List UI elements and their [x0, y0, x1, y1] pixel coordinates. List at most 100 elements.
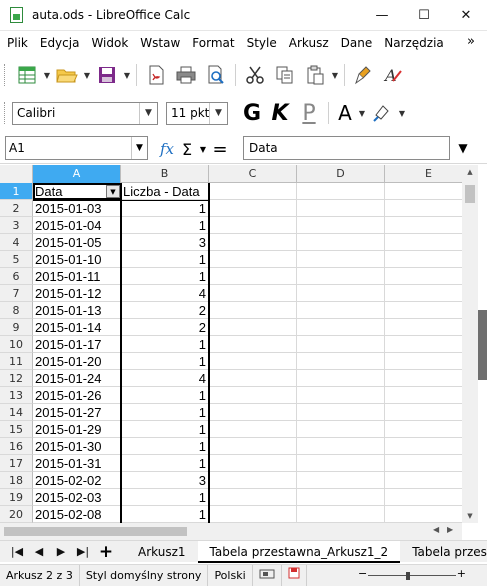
row-header[interactable]: 7 — [0, 285, 33, 302]
empty-cell[interactable] — [385, 438, 462, 455]
empty-cell[interactable] — [297, 421, 385, 438]
row-header[interactable]: 2 — [0, 200, 33, 217]
empty-cell[interactable] — [209, 319, 297, 336]
save-dropdown-icon[interactable]: ▼ — [122, 71, 132, 80]
count-cell[interactable]: 1 — [121, 200, 209, 217]
empty-cell[interactable] — [209, 217, 297, 234]
chevron-down-icon[interactable]: ▼ — [139, 102, 157, 124]
count-cell[interactable]: 1 — [121, 506, 209, 523]
clear-formatting-icon[interactable]: A — [379, 60, 409, 90]
row-header[interactable]: 1 — [0, 183, 33, 200]
empty-cell[interactable] — [209, 285, 297, 302]
empty-cell[interactable] — [385, 302, 462, 319]
new-spreadsheet-icon[interactable] — [12, 60, 42, 90]
menu-arkusz[interactable]: Arkusz — [282, 36, 334, 50]
empty-cell[interactable] — [209, 234, 297, 251]
menu-plik[interactable]: Plik — [0, 36, 33, 50]
row-header[interactable]: 19 — [0, 489, 33, 506]
empty-cell[interactable] — [385, 200, 462, 217]
count-cell[interactable]: 3 — [121, 234, 209, 251]
pivot-data-header[interactable]: Liczba - Data — [121, 183, 209, 200]
italic-button[interactable]: K — [266, 98, 294, 128]
empty-cell[interactable] — [297, 387, 385, 404]
font-color-dropdown-icon[interactable]: ▼ — [357, 109, 367, 118]
menu-format[interactable]: Format — [185, 36, 239, 50]
count-cell[interactable]: 4 — [121, 370, 209, 387]
sheet-tab-pivot[interactable]: Tabela przestawna_Arkusz1_2 — [197, 540, 401, 563]
zoom-thumb[interactable] — [405, 572, 410, 580]
function-wizard-icon[interactable]: fx — [160, 140, 182, 158]
add-sheet-button[interactable]: + — [94, 542, 118, 562]
open-dropdown-icon[interactable]: ▼ — [82, 71, 92, 80]
scroll-up-icon[interactable]: ▲ — [462, 165, 478, 179]
zoom-out-icon[interactable]: − — [358, 567, 367, 580]
chevron-down-icon[interactable]: ▼ — [131, 137, 147, 159]
empty-cell[interactable] — [297, 370, 385, 387]
count-cell[interactable]: 1 — [121, 438, 209, 455]
row-header[interactable]: 15 — [0, 421, 33, 438]
date-cell[interactable]: 2015-01-30 — [33, 438, 121, 455]
date-cell[interactable]: 2015-01-29 — [33, 421, 121, 438]
date-cell[interactable]: 2015-02-08 — [33, 506, 121, 523]
print-preview-icon[interactable] — [201, 60, 231, 90]
empty-cell[interactable] — [209, 506, 297, 523]
formula-input[interactable]: Data — [243, 136, 450, 160]
row-header[interactable]: 9 — [0, 319, 33, 336]
sheet-tab-pivot-2[interactable]: Tabela przes — [400, 541, 487, 563]
menu-wstaw[interactable]: Wstaw — [133, 36, 185, 50]
empty-cell[interactable] — [209, 387, 297, 404]
zoom-in-icon[interactable]: + — [457, 567, 466, 580]
date-cell[interactable]: 2015-01-26 — [33, 387, 121, 404]
selection-mode-icon[interactable] — [253, 564, 282, 586]
date-cell[interactable]: 2015-01-10 — [33, 251, 121, 268]
empty-cell[interactable] — [385, 455, 462, 472]
zoom-slider[interactable]: − + — [358, 567, 466, 580]
highlight-dropdown-icon[interactable]: ▼ — [397, 109, 407, 118]
new-dropdown-icon[interactable]: ▼ — [42, 71, 52, 80]
count-cell[interactable]: 1 — [121, 421, 209, 438]
empty-cell[interactable] — [385, 251, 462, 268]
sidebar-toggle-handle[interactable] — [478, 310, 487, 380]
date-cell[interactable]: 2015-01-05 — [33, 234, 121, 251]
print-icon[interactable] — [171, 60, 201, 90]
count-cell[interactable]: 1 — [121, 489, 209, 506]
empty-cell[interactable] — [209, 404, 297, 421]
empty-cell[interactable] — [297, 285, 385, 302]
clone-formatting-icon[interactable] — [349, 60, 379, 90]
copy-icon[interactable] — [270, 60, 300, 90]
empty-cell[interactable] — [209, 370, 297, 387]
empty-cell[interactable] — [209, 268, 297, 285]
empty-cell[interactable] — [297, 353, 385, 370]
date-cell[interactable]: 2015-02-02 — [33, 472, 121, 489]
date-cell[interactable]: 2015-01-27 — [33, 404, 121, 421]
export-pdf-icon[interactable] — [141, 60, 171, 90]
empty-cell[interactable] — [297, 251, 385, 268]
empty-cell[interactable] — [209, 302, 297, 319]
select-all-corner[interactable] — [0, 165, 33, 183]
empty-cell[interactable] — [385, 489, 462, 506]
bold-button[interactable]: G — [238, 98, 266, 128]
font-color-button[interactable]: A — [333, 98, 357, 128]
scroll-left-icon[interactable]: ◀ — [433, 525, 439, 534]
scroll-down-icon[interactable]: ▼ — [462, 509, 478, 523]
save-icon[interactable] — [92, 60, 122, 90]
close-button[interactable]: ✕ — [445, 0, 487, 31]
date-cell[interactable]: 2015-01-13 — [33, 302, 121, 319]
empty-cell[interactable] — [385, 370, 462, 387]
empty-cell[interactable] — [385, 285, 462, 302]
empty-cell[interactable] — [297, 489, 385, 506]
empty-cell[interactable] — [385, 472, 462, 489]
empty-cell[interactable] — [385, 234, 462, 251]
empty-cell[interactable] — [297, 404, 385, 421]
date-cell[interactable]: 2015-01-24 — [33, 370, 121, 387]
empty-cell[interactable] — [209, 438, 297, 455]
row-header[interactable]: 10 — [0, 336, 33, 353]
menu-style[interactable]: Style — [240, 36, 282, 50]
date-cell[interactable]: 2015-01-11 — [33, 268, 121, 285]
empty-cell[interactable] — [385, 387, 462, 404]
empty-cell[interactable] — [297, 234, 385, 251]
column-header-e[interactable]: E — [385, 165, 462, 183]
date-cell[interactable]: 2015-01-20 — [33, 353, 121, 370]
column-header-d[interactable]: D — [297, 165, 385, 183]
empty-cell[interactable] — [297, 217, 385, 234]
